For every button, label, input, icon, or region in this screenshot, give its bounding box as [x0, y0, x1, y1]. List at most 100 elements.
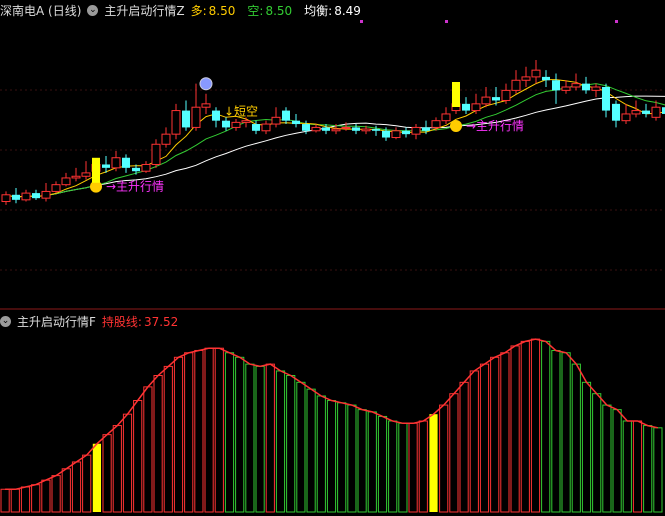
candle-body	[322, 127, 330, 131]
candle-body	[422, 127, 430, 131]
candle-body	[51, 184, 61, 192]
hold-bar	[398, 422, 408, 513]
candle-body	[222, 120, 230, 128]
hold-bar	[632, 420, 643, 513]
marker-dot	[360, 20, 363, 23]
candle-body	[602, 87, 610, 111]
candle-body	[481, 96, 491, 105]
candle-body	[492, 97, 500, 101]
hold-bar	[479, 363, 490, 513]
hold-bar	[469, 370, 479, 513]
hold-bar	[541, 340, 551, 513]
hold-bar	[20, 486, 31, 513]
hold-bar	[224, 352, 235, 513]
hold-bar	[265, 363, 275, 513]
candle-body	[521, 76, 531, 81]
hold-bar	[612, 409, 622, 513]
candle-body	[282, 110, 290, 121]
hold-bar	[61, 468, 71, 513]
hold-bar	[490, 356, 500, 513]
hold-bar	[153, 375, 163, 513]
candle-body	[361, 128, 371, 132]
candle-body	[501, 89, 511, 101]
hold-bar	[561, 352, 571, 513]
hold-bar	[204, 347, 214, 513]
candle-body	[431, 120, 441, 128]
signal-highlight-bar	[92, 157, 100, 183]
hold-bar	[10, 488, 20, 513]
chart-canvas[interactable]: →主升行情 ↓短空 →主升行情	[0, 0, 665, 516]
hold-bar	[245, 363, 255, 513]
candle-body	[411, 126, 421, 135]
hold-bar	[581, 381, 592, 513]
hold-bar	[275, 370, 286, 513]
main-rise-label: →主升行情	[466, 119, 524, 133]
hold-bar	[510, 345, 520, 513]
candle-body	[552, 80, 560, 91]
candle-body	[191, 106, 201, 128]
hold-bar	[306, 388, 316, 513]
candle-body	[352, 127, 360, 131]
marker-dot	[615, 20, 618, 23]
hold-bar	[459, 381, 469, 513]
hold-bar	[316, 395, 326, 513]
hold-bar	[592, 393, 602, 513]
short-signal-label: ↓短空	[224, 105, 258, 119]
hold-bar	[102, 434, 112, 513]
hold-bar	[163, 365, 173, 513]
ma-line-white	[5, 95, 665, 198]
candle-body	[111, 157, 121, 169]
candle-body	[182, 110, 190, 128]
candle-body	[61, 177, 71, 186]
candle-body	[201, 103, 211, 108]
hold-bar	[653, 427, 663, 513]
candle-body	[631, 110, 641, 115]
marker-dot	[445, 20, 448, 23]
hold-bar	[41, 479, 51, 513]
candle-body	[151, 143, 161, 165]
candle-body	[542, 76, 550, 81]
candle-body	[12, 194, 20, 200]
main-rise-label: →主升行情	[106, 180, 164, 194]
hold-bar	[622, 420, 632, 513]
smile-face-icon	[450, 119, 462, 132]
hold-bar	[235, 356, 245, 513]
candle-body	[302, 124, 310, 131]
hold-bar	[255, 365, 265, 513]
candle-body	[102, 164, 110, 168]
candle-body	[311, 126, 321, 132]
candle-body	[612, 103, 620, 121]
hold-bar	[357, 409, 367, 513]
candle-body	[81, 172, 91, 177]
candle-body	[441, 113, 451, 122]
hold-bar	[194, 349, 204, 513]
candle-body	[261, 123, 271, 132]
candle-body	[391, 130, 401, 139]
hold-bar	[92, 443, 101, 512]
candle-body	[161, 133, 171, 145]
hold-bar	[112, 425, 122, 513]
hold-bar	[143, 386, 153, 513]
hold-bar	[643, 425, 653, 513]
hold-bar	[184, 352, 194, 513]
signal-highlight-bar	[452, 82, 460, 107]
hold-bar	[31, 484, 41, 513]
candle-body	[642, 110, 650, 114]
hold-bar	[337, 402, 347, 513]
hold-bar	[0, 488, 10, 513]
hold-bar	[449, 393, 459, 513]
hold-bar	[82, 454, 92, 513]
candle-body	[292, 120, 300, 125]
candle-body	[1, 194, 11, 203]
candle-body	[382, 130, 390, 138]
candle-body	[21, 192, 31, 201]
hold-bar	[173, 356, 184, 513]
hold-bar	[530, 338, 541, 513]
candle-body	[41, 190, 51, 199]
hold-bar	[71, 461, 82, 513]
candle-body	[141, 163, 151, 172]
candle-body	[331, 128, 341, 132]
candle-body	[402, 130, 410, 135]
hold-bar	[418, 420, 428, 513]
ma-line-yellow	[5, 79, 665, 198]
